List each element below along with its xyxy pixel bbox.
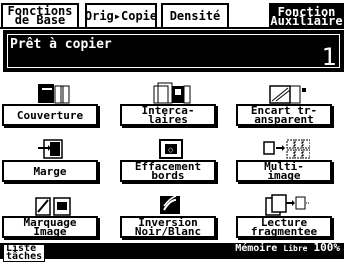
tab-auxiliary-functions[interactable]: Fonction Auxiliaire <box>269 3 344 29</box>
multi-image-button[interactable]: Multi- image <box>236 160 332 182</box>
image-stamp-button[interactable]: Marquage Image <box>2 216 98 238</box>
insert-sheets-icon <box>153 82 191 104</box>
function-black-white-reverse: Inversion Noir/Blanc <box>120 192 220 240</box>
tab-density[interactable]: Densité <box>161 3 229 27</box>
status-display: Prêt à copier 1 <box>3 30 344 72</box>
insert-sheets-button[interactable]: Interca- laires <box>120 104 216 126</box>
tab-original-copy-label: Orig▸Copie <box>84 8 158 23</box>
image-stamp-icon <box>35 197 71 216</box>
memory-indicator: Mémoire Libre 100% <box>235 241 341 254</box>
svg-text:◇: ◇ <box>168 146 174 154</box>
memory-sub-label: Libre <box>283 244 308 253</box>
margin-icon <box>38 139 63 159</box>
function-edge-erase: ◇ Effacement bords <box>120 136 220 184</box>
transparency-insert-icon <box>269 85 306 104</box>
function-cover: Couverture <box>2 80 102 128</box>
function-separate-scan: Lecture fragmentee <box>236 192 336 240</box>
function-margin: Marge <box>2 136 102 184</box>
cover-button[interactable]: Couverture <box>2 104 98 126</box>
tab-divider <box>0 27 344 29</box>
footer-bar: Liste tâches Mémoire Libre 100% <box>0 241 344 262</box>
tab-basic-functions-label: Fonctions de Base <box>7 4 73 27</box>
tab-auxiliary-functions-label: Fonction Auxiliaire <box>270 5 343 28</box>
transparency-insert-button[interactable]: Encart tr- ansparent <box>236 104 332 126</box>
function-multi-image: Multi- image <box>236 136 336 184</box>
edge-erase-icon: ◇ <box>159 139 183 159</box>
job-list-button[interactable]: Liste tâches <box>3 244 46 262</box>
edge-erase-button[interactable]: Effacement bords <box>120 160 216 182</box>
tab-original-copy[interactable]: Orig▸Copie <box>85 3 157 27</box>
memory-label: Mémoire <box>235 243 278 254</box>
separate-scan-button[interactable]: Lecture fragmentee <box>236 216 332 238</box>
memory-value: 100% <box>313 241 341 254</box>
function-image-stamp: Marquage Image <box>2 192 102 240</box>
margin-button[interactable]: Marge <box>2 160 98 182</box>
status-message: Prêt à copier <box>10 37 112 52</box>
black-white-reverse-button[interactable]: Inversion Noir/Blanc <box>120 216 216 238</box>
function-insert-sheets: Interca- laires <box>120 80 220 128</box>
function-transparency-insert: Encart tr- ansparent <box>236 80 336 128</box>
multi-image-icon <box>263 139 310 159</box>
cover-icon <box>38 84 70 104</box>
black-white-reverse-icon <box>160 195 180 214</box>
tab-basic-functions[interactable]: Fonctions de Base <box>1 3 79 27</box>
copy-count: 1 <box>321 43 337 71</box>
function-grid: Couverture Interca- laires Encart tr- an… <box>0 80 344 242</box>
separate-scan-icon <box>265 194 310 216</box>
tab-density-label: Densité <box>169 8 221 23</box>
